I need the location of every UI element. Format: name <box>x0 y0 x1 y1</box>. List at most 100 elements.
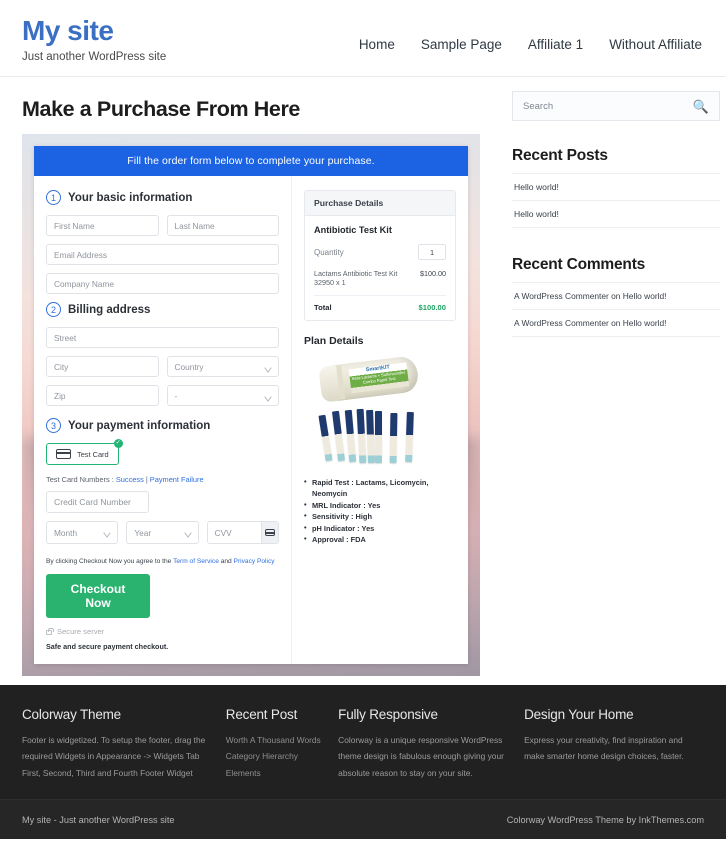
list-item[interactable]: A WordPress Commenter on Hello world! <box>512 309 720 337</box>
agree-and: and <box>218 558 234 565</box>
expiry-year-select[interactable]: Year <box>126 521 199 544</box>
total-amount: $100.00 <box>418 303 446 312</box>
nav-item-without-affiliate[interactable]: Without Affiliate <box>609 37 702 52</box>
step-1-number: 1 <box>46 190 61 205</box>
footer-recent-post-list: Worth A Thousand Words Category Hierarch… <box>226 732 324 781</box>
cvv-placeholder: CVV <box>214 527 232 538</box>
street-input[interactable]: Street <box>46 327 279 348</box>
terms-of-service-link[interactable]: Term of Service <box>173 558 219 565</box>
secure-server-label: Secure server <box>57 627 105 636</box>
cvv-input[interactable]: CVV <box>206 521 279 544</box>
search-icon[interactable]: 🔍 <box>693 100 709 113</box>
list-item[interactable]: Hello world! <box>512 173 720 200</box>
list-item[interactable]: Worth A Thousand Words <box>226 732 324 748</box>
step-2-label: Billing address <box>68 303 151 316</box>
checkout-card-body: 1 Your basic information First Name Last… <box>34 176 468 664</box>
footer-col-recent-post: Recent Post Worth A Thousand Words Categ… <box>226 707 338 781</box>
test-card-failure-link[interactable]: Payment Failure <box>150 475 204 484</box>
test-card-numbers: Test Card Numbers : Success | Payment Fa… <box>46 475 279 484</box>
footer-col-text: Express your creativity, find inspiratio… <box>524 735 684 762</box>
plan-feature: Rapid Test : Lactams, Licomycin, Neomyci… <box>304 476 456 500</box>
search-input[interactable]: Search <box>523 101 553 112</box>
footer-theme-credit[interactable]: Colorway WordPress Theme by InkThemes.co… <box>507 815 704 825</box>
privacy-policy-link[interactable]: Privacy Policy <box>234 558 275 565</box>
last-name-input[interactable]: Last Name <box>166 215 279 236</box>
page-wrapper: Make a Purchase From Here Fill the order… <box>0 77 726 685</box>
list-item[interactable]: Hello world! <box>512 200 720 228</box>
checkout-form-column: 1 Your basic information First Name Last… <box>34 176 292 664</box>
first-name-input[interactable]: First Name <box>46 215 159 236</box>
footer-col-colorway-theme: Colorway Theme Footer is widgetized. To … <box>22 707 226 781</box>
expiry-cvv-row: Month Year CVV <box>46 521 279 552</box>
cvv-card-icon <box>260 522 278 543</box>
test-strip <box>344 409 357 463</box>
checkout-card: Fill the order form below to complete yo… <box>34 146 468 664</box>
checkout-background-photo: Fill the order form below to complete yo… <box>22 134 480 676</box>
company-input[interactable]: Company Name <box>46 273 279 294</box>
quantity-input[interactable]: 1 <box>418 244 446 260</box>
plan-feature: Approval : FDA <box>304 533 456 545</box>
test-strip <box>318 414 333 462</box>
site-footer: Colorway Theme Footer is widgetized. To … <box>0 685 726 840</box>
email-input[interactable]: Email Address <box>46 244 279 265</box>
list-item[interactable]: A WordPress Commenter on Hello world! <box>512 282 720 309</box>
lock-icon <box>46 628 54 635</box>
step-3-number: 3 <box>46 418 61 433</box>
agree-prefix: By clicking Checkout Now you agree to th… <box>46 558 174 565</box>
recent-posts-list: Hello world! Hello world! <box>512 173 720 228</box>
site-title[interactable]: My site <box>22 15 166 47</box>
state-select[interactable]: - <box>166 385 279 406</box>
payment-method-test-card[interactable]: ✓ Test Card <box>46 439 123 465</box>
expiry-month-select[interactable]: Month <box>46 521 119 544</box>
order-total-row: Total $100.00 <box>314 296 446 312</box>
site-header: My site Just another WordPress site Home… <box>0 0 726 77</box>
tube-label: SmartKIT Beta-Lactams + Sulfonamides Com… <box>348 362 410 394</box>
zip-input[interactable]: Zip <box>46 385 159 406</box>
test-card-success-link[interactable]: Success <box>116 475 144 484</box>
country-select[interactable]: Country <box>166 356 279 377</box>
sidebar: Search 🔍 Recent Posts Hello world! Hello… <box>500 77 726 685</box>
plan-feature: Sensitivity : High <box>304 510 456 522</box>
credit-card-number-input[interactable]: Credit Card Number <box>46 491 149 513</box>
site-tagline: Just another WordPress site <box>22 50 167 63</box>
checkout-now-button[interactable]: Checkout Now <box>46 574 150 618</box>
total-label: Total <box>314 303 332 312</box>
test-strip <box>375 411 382 463</box>
footer-col-title: Fully Responsive <box>338 707 438 722</box>
search-widget[interactable]: Search 🔍 <box>512 91 720 121</box>
test-card-prefix: Test Card Numbers : <box>46 475 116 484</box>
list-item[interactable]: Category Hierarchy <box>226 748 324 764</box>
step-3-heading: 3 Your payment information <box>46 418 279 433</box>
page-title: Make a Purchase From Here <box>22 97 300 121</box>
secure-server-row: Secure server <box>46 627 279 636</box>
test-strip <box>366 409 375 464</box>
checkout-banner: Fill the order form below to complete yo… <box>34 146 468 176</box>
name-row: First Name Last Name <box>46 215 279 244</box>
safe-checkout-note: Safe and secure payment checkout. <box>46 642 169 651</box>
check-icon: ✓ <box>113 439 123 448</box>
nav-item-affiliate-1[interactable]: Affiliate 1 <box>528 37 583 52</box>
quantity-label: Quantity <box>314 247 344 257</box>
step-3-label: Your payment information <box>68 419 211 432</box>
zip-state-row: Zip - <box>46 385 279 414</box>
footer-widgets: Colorway Theme Footer is widgetized. To … <box>0 685 726 801</box>
nav-item-sample-page[interactable]: Sample Page <box>421 37 502 52</box>
purchase-details-title: Purchase Details <box>305 191 455 216</box>
list-item[interactable]: Elements <box>226 765 324 781</box>
purchase-details-panel: Purchase Details Antibiotic Test Kit Qua… <box>304 190 456 321</box>
credit-card-icon <box>56 449 71 459</box>
recent-comments-title: Recent Comments <box>512 256 646 273</box>
product-name: Antibiotic Test Kit <box>314 225 392 235</box>
footer-col-design-your-home: Design Your Home Express your creativity… <box>524 707 704 781</box>
recent-posts-title: Recent Posts <box>512 147 608 164</box>
footer-col-title: Colorway Theme <box>22 707 121 722</box>
purchase-details-column: Purchase Details Antibiotic Test Kit Qua… <box>292 176 468 664</box>
nav-item-home[interactable]: Home <box>359 37 395 52</box>
test-strip <box>356 408 367 464</box>
city-input[interactable]: City <box>46 356 159 377</box>
test-strip <box>389 412 398 464</box>
city-country-row: City Country <box>46 356 279 385</box>
footer-bottom-bar: My site - Just another WordPress site Co… <box>0 800 726 840</box>
footer-col-fully-responsive: Fully Responsive Colorway is a unique re… <box>338 707 524 781</box>
cvv-card-glyph <box>264 529 275 536</box>
